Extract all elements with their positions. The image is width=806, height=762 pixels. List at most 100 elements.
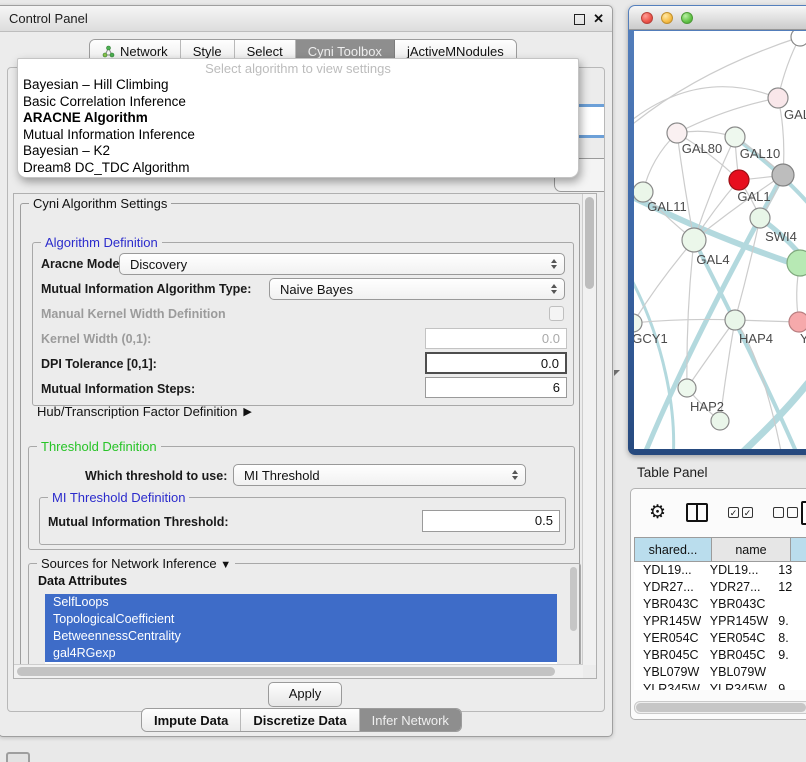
algorithm-option[interactable]: Basic Correlation Inference	[18, 94, 578, 111]
mi-steps-label: Mutual Information Steps:	[41, 382, 195, 396]
scrollbar-thumb[interactable]	[585, 197, 594, 289]
network-node[interactable]	[789, 312, 806, 332]
control-panel-title: Control Panel	[9, 11, 88, 26]
zoom-traffic-light-icon[interactable]	[681, 12, 693, 24]
gear-icon[interactable]: ⚙	[649, 501, 666, 524]
control-panel-titlebar[interactable]: Control Panel ✕	[0, 6, 612, 32]
network-node[interactable]	[791, 31, 806, 46]
close-icon[interactable]: ✕	[593, 10, 604, 28]
mi-threshold-field[interactable]: 0.5	[422, 510, 560, 532]
collapse-collapsed-icon[interactable]: ▶	[243, 405, 251, 418]
mi-type-combo[interactable]: Naive Bayes	[269, 278, 565, 300]
table-row[interactable]: YPR145WYPR145W9.	[634, 613, 806, 630]
bottom-left-widget[interactable]	[6, 752, 30, 762]
attribute-item[interactable]: TopologicalCoefficient	[45, 611, 557, 628]
table-row[interactable]: YER054CYER054C8.	[634, 630, 806, 647]
network-edge	[634, 240, 694, 323]
tab-impute-data[interactable]: Impute Data	[142, 709, 241, 731]
column-header[interactable]: name	[711, 537, 791, 562]
checked-box-icon: ✓	[728, 507, 739, 518]
kernel-width-label: Kernel Width (0,1):	[41, 332, 151, 346]
which-threshold-label: Which threshold to use:	[85, 469, 227, 483]
algorithm-option[interactable]: Bayesian – K2	[18, 143, 578, 160]
column-header[interactable]	[790, 537, 806, 562]
unchecked-box-icon	[787, 507, 798, 518]
manual-kernel-checkbox[interactable]	[549, 306, 564, 321]
network-node[interactable]	[678, 379, 696, 397]
table-row[interactable]: YLR345WYLR345W9.	[634, 681, 806, 690]
scrollbar-thumb[interactable]	[636, 703, 806, 712]
unselect-all-columns-icon[interactable]	[773, 507, 798, 518]
network-node[interactable]	[667, 123, 687, 143]
attribute-item[interactable]: gal4RGexp	[45, 645, 557, 662]
table-horizontal-scrollbar[interactable]	[634, 701, 806, 714]
select-all-columns-icon[interactable]: ✓✓	[728, 507, 753, 518]
network-canvas[interactable]: GALGAL80GAL10GAL1GAL11SWI4GAL4GCY1HAP4YH…	[634, 31, 806, 449]
attribute-item[interactable]: SelfLoops	[45, 594, 557, 611]
collapse-expanded-icon[interactable]: ▼	[220, 559, 231, 571]
cell: YBL079W	[634, 664, 701, 681]
list-scrollbar-thumb[interactable]	[570, 567, 577, 631]
apply-button[interactable]: Apply	[268, 682, 342, 707]
algorithm-option[interactable]: Mutual Information Inference	[18, 127, 578, 144]
network-window: GALGAL80GAL10GAL1GAL11SWI4GAL4GCY1HAP4YH…	[628, 5, 806, 455]
table-row[interactable]: YDL19...YDL19...13	[634, 562, 806, 579]
network-node[interactable]	[711, 412, 729, 430]
new-table-icon[interactable]	[801, 501, 806, 525]
table-row[interactable]: YBR043CYBR043C	[634, 596, 806, 613]
settings-vertical-scrollbar[interactable]	[582, 194, 596, 665]
settings-horizontal-scrollbar[interactable]	[14, 664, 583, 678]
minimize-traffic-light-icon[interactable]	[661, 12, 673, 24]
network-node[interactable]	[772, 164, 794, 186]
node-label: SWI4	[765, 229, 797, 244]
algorithm-option[interactable]: ARACNE Algorithm	[18, 110, 578, 127]
cyni-settings-scrollpane: Cyni Algorithm Settings Algorithm Defini…	[13, 193, 597, 679]
algorithm-option[interactable]: Dream8 DC_TDC Algorithm	[18, 160, 578, 177]
hub-transcription-section[interactable]: Hub/Transcription Factor Definition ▶	[37, 404, 252, 419]
float-window-icon[interactable]	[574, 14, 585, 25]
network-node[interactable]	[725, 127, 745, 147]
table-row[interactable]: YBR045CYBR045C9.	[634, 647, 806, 664]
network-icon	[102, 45, 115, 58]
table-row[interactable]: YDR27...YDR27...12	[634, 579, 806, 596]
tab-label: Network	[120, 44, 168, 59]
which-threshold-combo[interactable]: MI Threshold	[233, 464, 526, 486]
network-node[interactable]	[634, 314, 642, 332]
sources-group: Sources for Network Inference ▼ Data Att…	[28, 563, 581, 676]
algorithm-option[interactable]: Bayesian – Hill Climbing	[18, 77, 578, 94]
table-row[interactable]: YBL079WYBL079W	[634, 664, 806, 681]
network-node[interactable]	[682, 228, 706, 252]
checked-box-icon: ✓	[742, 507, 753, 518]
node-label: GAL80	[682, 141, 722, 156]
network-node[interactable]	[787, 250, 806, 276]
network-edge	[634, 273, 674, 449]
scrollbar-thumb[interactable]	[17, 667, 555, 676]
network-node[interactable]	[768, 88, 788, 108]
close-traffic-light-icon[interactable]	[641, 12, 653, 24]
network-node[interactable]	[725, 310, 745, 330]
cell: YLR345W	[634, 681, 701, 690]
control-panel-window: Control Panel ✕ NetworkStyleSelectCyni T…	[0, 5, 613, 737]
tab-infer-network[interactable]: Infer Network	[360, 709, 461, 731]
cell: YBL079W	[701, 664, 769, 681]
mi-steps-field[interactable]: 6	[425, 377, 567, 398]
tab-label: Cyni Toolbox	[308, 44, 382, 59]
attribute-item[interactable]: BetweennessCentrality	[45, 628, 557, 645]
cell: YER054C	[701, 630, 769, 647]
tab-discretize-data[interactable]: Discretize Data	[241, 709, 359, 731]
node-label: GAL10	[740, 146, 780, 161]
network-node[interactable]	[729, 170, 749, 190]
split-columns-icon[interactable]	[686, 503, 708, 522]
network-edge	[634, 87, 778, 123]
spinner-arrows-icon	[551, 284, 557, 294]
column-header[interactable]: shared...	[634, 537, 712, 562]
dpi-tolerance-field[interactable]: 0.0	[425, 352, 567, 374]
network-edge	[634, 37, 800, 128]
network-node[interactable]	[750, 208, 770, 228]
network-window-titlebar[interactable]	[629, 6, 806, 30]
table-header-row: shared...name	[634, 537, 806, 562]
aracne-mode-combo[interactable]: Discovery	[119, 253, 565, 275]
kernel-width-field[interactable]: 0.0	[425, 328, 567, 349]
data-attributes-list[interactable]: SelfLoopsTopologicalCoefficientBetweenne…	[45, 594, 557, 672]
algorithm-placeholder: Select algorithm to view settings	[18, 61, 578, 77]
